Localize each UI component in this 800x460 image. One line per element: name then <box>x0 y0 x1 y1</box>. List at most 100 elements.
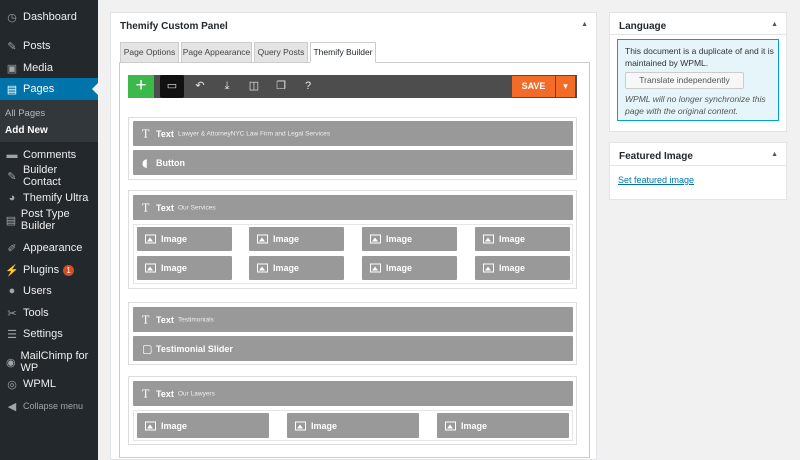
sidebar-item-label: Settings <box>23 328 63 340</box>
sidebar-item-pages[interactable]: ▤ Pages <box>0 78 98 100</box>
text-module[interactable]: T Text Testimonials <box>133 307 573 332</box>
submenu-add-new[interactable]: Add New <box>5 125 48 136</box>
sidebar-item-label: Themify Ultra <box>23 192 89 204</box>
sidebar-item-mailchimp-for-wp[interactable]: ◉ MailChimp for WP <box>0 350 98 374</box>
collapse-label: Collapse menu <box>23 401 84 411</box>
save-button[interactable]: SAVE <box>512 76 555 97</box>
module-description: Testimonials <box>178 316 214 323</box>
collapse-menu-button[interactable]: ◀ Collapse menu <box>0 395 98 417</box>
panel-title: Themify Custom Panel <box>120 21 228 32</box>
sidebar-item-label: Users <box>23 285 52 297</box>
image-module[interactable]: Image <box>437 413 569 438</box>
image-icon <box>295 421 306 430</box>
module-name: Text <box>156 128 174 139</box>
admin-sidebar: All Pages Add New ◷ Dashboard ✎ Posts ▣ Media… <box>0 0 98 460</box>
tab-themify-builder[interactable]: Themify Builder <box>310 42 376 63</box>
language-toggle-icon[interactable]: ▲ <box>771 21 778 28</box>
image-module[interactable]: Image <box>249 227 344 251</box>
pin-icon: ✎ <box>7 40 17 53</box>
help-icon[interactable]: ? <box>296 75 320 98</box>
brush-icon: ✐ <box>7 242 17 255</box>
sidebar-item-settings[interactable]: ☰ Settings <box>0 323 98 345</box>
layout-icon[interactable]: ◫ <box>242 75 266 98</box>
sidebar-item-label: Comments <box>23 149 77 161</box>
wpml-notice: This document is a duplicate of and it i… <box>617 39 779 121</box>
image-module[interactable]: Image <box>475 256 570 280</box>
translate-independently-button[interactable]: Translate independently <box>625 72 744 89</box>
collapse-icon: ◀ <box>7 400 17 413</box>
sidebar-item-tools[interactable]: ✂ Tools <box>0 302 98 324</box>
image-icon <box>370 263 381 273</box>
mouse-icon: ◖ <box>142 156 148 169</box>
sidebar-item-posts[interactable]: ✎ Posts <box>0 35 98 57</box>
sidebar-item-builder-contact[interactable]: ✎ Builder Contact <box>0 164 98 188</box>
image-module[interactable]: Image <box>475 227 570 251</box>
add-module-button[interactable]: + <box>128 75 154 98</box>
text-icon: T <box>142 313 150 326</box>
sidebar-item-themify-ultra[interactable]: ◕ Themify Ultra <box>0 187 98 209</box>
image-module[interactable]: Image <box>249 256 344 280</box>
module-name: Testimonial Slider <box>156 343 233 354</box>
save-dropdown-icon[interactable]: ▾ <box>556 76 575 97</box>
image-icon <box>370 234 381 244</box>
text-module[interactable]: T Text Lawyer & AttorneyNYC Law Firm and… <box>133 121 573 146</box>
sidebar-item-appearance[interactable]: ✐ Appearance <box>0 237 98 259</box>
module-description: Our Services <box>178 204 216 211</box>
undo-icon[interactable]: ↶ <box>188 75 212 98</box>
panel-toggle-icon[interactable]: ▲ <box>581 21 588 28</box>
image-module[interactable]: Image <box>362 227 457 251</box>
submenu-all-pages[interactable]: All Pages <box>5 108 45 119</box>
dashboard-icon: ◷ <box>7 11 17 24</box>
sidebar-item-label: Post Type Builder <box>20 208 70 232</box>
desktop-view-icon[interactable]: ▭ <box>160 75 184 98</box>
plugin-icon: ⚡ <box>5 264 19 277</box>
notice-text: This document is a duplicate of and it i… <box>625 46 774 68</box>
sidebar-item-label: MailChimp for WP <box>20 350 89 374</box>
divider <box>610 34 786 35</box>
module-name: Text <box>156 314 174 325</box>
sidebar-item-label: Pages <box>23 83 55 95</box>
featured-toggle-icon[interactable]: ▲ <box>771 151 778 158</box>
module-name: Text <box>156 388 174 399</box>
text-module[interactable]: T Text Our Lawyers <box>133 381 573 406</box>
sidebar-item-label: Media <box>23 62 53 74</box>
sidebar-item-post-type-builder[interactable]: ▤ Post Type Builder <box>0 208 98 232</box>
builder-toolbar: + ▭ ↶ ⤓ ◫ ❐ ? SAVE ▾ <box>128 75 577 98</box>
tab-query-posts[interactable]: Query Posts <box>254 42 308 63</box>
text-module[interactable]: T Text Our Services <box>133 195 573 220</box>
sidebar-item-media[interactable]: ▣ Media <box>0 57 98 79</box>
sidebar-item-wpml[interactable]: ◎ WPML <box>0 373 98 395</box>
clipboard-icon: ▢ <box>142 342 153 355</box>
wpml-icon: ◎ <box>7 378 17 391</box>
tab-page-appearance[interactable]: Page Appearance <box>181 42 252 63</box>
themify-icon: ◕ <box>8 192 16 204</box>
text-icon: T <box>142 387 150 400</box>
button-module[interactable]: ◖ Button <box>133 150 573 175</box>
testimonial-slider-module[interactable]: ▢ Testimonial Slider <box>133 336 573 361</box>
image-module[interactable]: Image <box>137 227 232 251</box>
post-type-icon: ▤ <box>5 214 17 227</box>
wrench-icon: ✂ <box>7 307 17 320</box>
image-icon <box>445 421 456 430</box>
image-module[interactable]: Image <box>287 413 419 438</box>
text-icon: T <box>142 127 150 140</box>
sidebar-item-plugins[interactable]: ⚡ Plugins 1 <box>0 259 98 281</box>
download-icon[interactable]: ⤓ <box>215 75 239 98</box>
image-module[interactable]: Image <box>362 256 457 280</box>
module-name: Text <box>156 202 174 213</box>
sidebar-item-users[interactable]: ● Users <box>0 280 98 302</box>
language-title: Language <box>619 21 667 32</box>
notice-note: WPML will no longer synchronize this pag… <box>625 94 766 116</box>
image-icon <box>145 263 156 273</box>
module-name: Button <box>156 157 185 168</box>
duplicate-icon[interactable]: ❐ <box>269 75 293 98</box>
tab-page-options[interactable]: Page Options <box>120 42 179 63</box>
set-featured-image-link[interactable]: Set featured image <box>618 175 694 185</box>
image-icon <box>145 421 156 430</box>
sidebar-item-dashboard[interactable]: ◷ Dashboard <box>0 6 98 28</box>
sidebar-item-comments[interactable]: ▬ Comments <box>0 144 98 166</box>
text-icon: T <box>142 201 150 214</box>
image-module[interactable]: Image <box>137 256 232 280</box>
image-icon <box>483 234 494 244</box>
image-module[interactable]: Image <box>137 413 269 438</box>
